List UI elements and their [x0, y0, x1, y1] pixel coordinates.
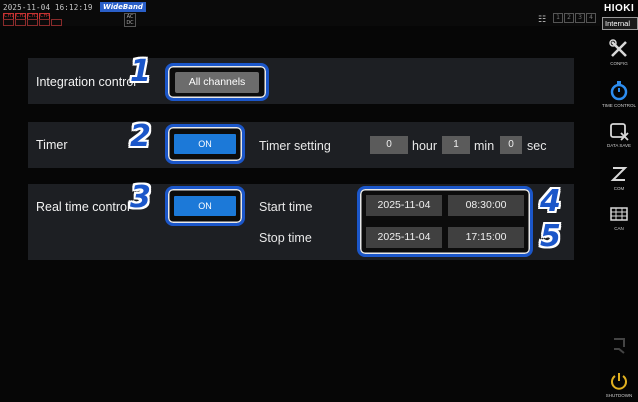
timer-label: Timer [36, 138, 68, 152]
sidebar-item-config[interactable]: CONFIG [600, 38, 638, 66]
network-icon: ☷ [538, 15, 547, 25]
sidebar-item-shutdown[interactable]: SHUTDOWN [600, 370, 638, 398]
sidebar-item-com[interactable]: COM [600, 163, 638, 191]
clock-source-button[interactable]: Internal [602, 17, 638, 30]
stop-date-field[interactable]: 2025-11-04 [366, 227, 442, 248]
timer-min-field[interactable]: 1 [442, 136, 470, 154]
timer-setting-label: Timer setting [259, 139, 331, 153]
sidebar-item-label: TIME CONTROL [601, 103, 636, 108]
sidebar-item-data-save[interactable]: DATA SAVE [600, 120, 638, 148]
callout-2: 2 [130, 119, 151, 154]
channel-slot: 1 [553, 13, 563, 23]
start-time-label: Start time [259, 200, 313, 214]
sidebar-item-can[interactable]: CAN [600, 203, 638, 231]
sidebar-item-time-control[interactable]: TIME CONTROL [600, 80, 638, 108]
start-date-field[interactable]: 2025-11-04 [366, 195, 442, 216]
real-time-on-toggle[interactable]: ON [174, 196, 236, 216]
callout-5: 5 [540, 219, 561, 254]
channel-indicators-lower [3, 19, 62, 26]
timer-on-toggle[interactable]: ON [174, 134, 236, 154]
start-time-field[interactable]: 08:30:00 [448, 195, 524, 216]
com-icon [610, 167, 628, 181]
status-datetime: 2025-11-04 16:12:19 [3, 3, 93, 12]
sidebar-item-label: DATA SAVE [606, 143, 631, 148]
min-unit-label: min [474, 139, 495, 153]
real-time-control-label: Real time control [36, 200, 130, 214]
sidebar-item-label: CAN [614, 226, 624, 231]
sidebar-item-label: CONFIG [610, 61, 628, 66]
stopwatch-icon [610, 81, 628, 101]
channel-slot: 2 [564, 13, 574, 23]
all-channels-button[interactable]: All channels [175, 72, 259, 93]
callout-3: 3 [130, 180, 151, 215]
callout-1: 1 [130, 54, 151, 89]
channel-slot: 4 [586, 13, 596, 23]
hour-unit-label: hour [412, 139, 438, 153]
channel-indicator [51, 19, 62, 26]
sidebar-item-label: COM [613, 186, 625, 191]
integration-control-label: Integration control [36, 75, 137, 89]
channel-indicator [3, 19, 14, 26]
stop-time-label: Stop time [259, 231, 312, 245]
channel-indicator [15, 19, 26, 26]
sec-unit-label: sec [527, 139, 547, 153]
channel-indicator [27, 19, 38, 26]
acdc-indicator: AC DC [124, 13, 136, 27]
status-bar: 2025-11-04 16:12:19 WideBand CH1 CH2 CH3… [0, 0, 600, 27]
timer-hour-field[interactable]: 0 [370, 136, 408, 154]
sidebar-item-label: SHUTDOWN [605, 393, 633, 398]
sidebar-item-disabled [600, 333, 638, 355]
timer-sec-field[interactable]: 0 [500, 136, 522, 154]
channel-slots: 1 2 3 4 [553, 13, 596, 23]
main-screen: 2025-11-04 16:12:19 WideBand CH1 CH2 CH3… [0, 0, 600, 402]
tools-icon [609, 39, 627, 57]
can-icon [610, 207, 628, 221]
disabled-icon [614, 338, 625, 354]
channel-indicator [39, 19, 50, 26]
shutdown-icon [611, 373, 627, 390]
channel-slot: 3 [575, 13, 585, 23]
wideband-badge: WideBand [100, 2, 146, 12]
brand-logo: HIOKI [604, 3, 635, 14]
data-save-icon [610, 123, 629, 141]
callout-4: 4 [540, 184, 561, 219]
stop-time-field[interactable]: 17:15:00 [448, 227, 524, 248]
